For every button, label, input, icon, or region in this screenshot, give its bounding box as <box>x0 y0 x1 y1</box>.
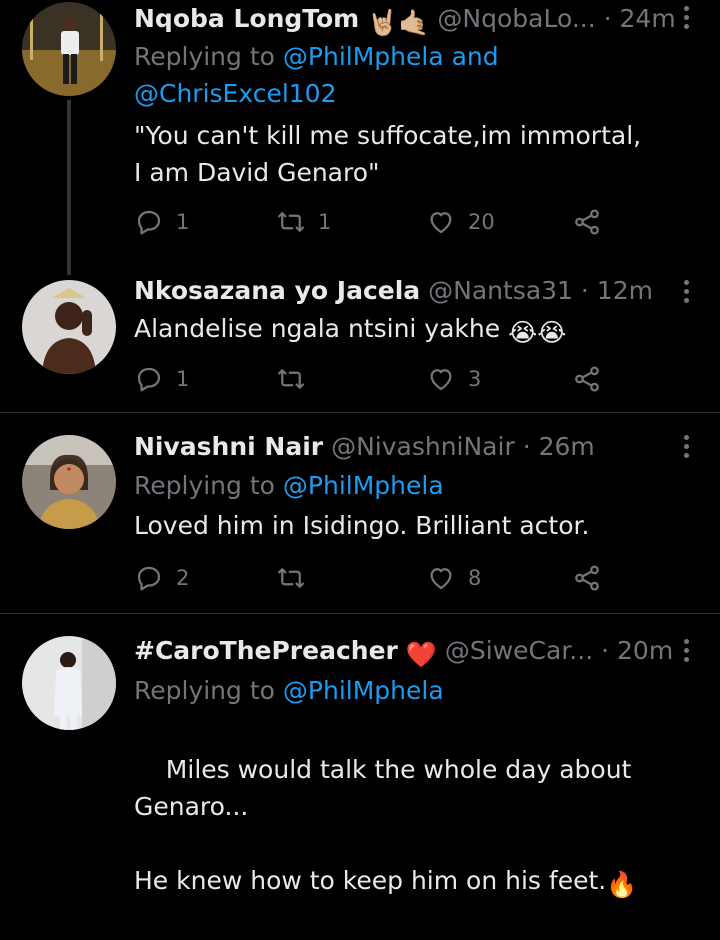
like-button[interactable]: 3 <box>426 362 481 396</box>
tweet-text: Miles would talk the whole day about Gen… <box>134 714 694 940</box>
reply-button[interactable]: 2 <box>134 561 189 595</box>
replying-to: Replying to @PhilMphela <box>134 467 444 504</box>
tweet-2[interactable]: Nkosazana yo Jacela @Nantsa31 · 12m Alan… <box>0 270 720 412</box>
tweet-text: "You can't kill me suffocate,im immortal… <box>134 121 642 187</box>
tweet-header: #CaroThePreacher ❤️ @SiweCar... · 20m <box>134 634 673 672</box>
name-emoji-rock-hand: 🤘🏼 <box>367 8 399 37</box>
reply-icon <box>137 367 161 392</box>
tweet-text: Loved him in Isidingo. Brilliant actor. <box>134 511 590 540</box>
retweet-icon <box>278 212 304 232</box>
avatar[interactable] <box>22 636 116 730</box>
reply-icon <box>137 566 161 591</box>
reply-count: 1 <box>176 367 190 391</box>
separator-dot: · <box>580 276 589 305</box>
avatar[interactable] <box>22 435 116 529</box>
thread-line <box>67 100 71 275</box>
retweet-button[interactable]: 1 <box>276 205 331 239</box>
timestamp[interactable]: 26m <box>539 432 595 461</box>
tweet-4[interactable]: #CaroThePreacher ❤️ @SiweCar... · 20m Re… <box>0 614 720 899</box>
reply-button[interactable]: 1 <box>134 205 189 239</box>
retweet-count: 1 <box>318 210 332 234</box>
share-icon <box>575 209 599 235</box>
tweet-3[interactable]: Nivashni Nair @NivashniNair · 26m Replyi… <box>0 413 720 613</box>
share-button[interactable] <box>572 362 602 396</box>
more-icon[interactable] <box>682 435 690 465</box>
retweet-button[interactable] <box>276 362 306 396</box>
tweet-header: Nivashni Nair @NivashniNair · 26m <box>134 430 660 464</box>
replying-prefix: Replying to <box>134 42 275 71</box>
retweet-icon <box>278 568 304 588</box>
reply-icon <box>137 210 161 235</box>
display-name[interactable]: Nqoba LongTom <box>134 4 359 33</box>
timestamp[interactable]: 12m <box>597 276 653 305</box>
more-icon[interactable] <box>682 6 690 36</box>
user-handle[interactable]: @NivashniNair <box>331 432 515 461</box>
retweet-button[interactable] <box>276 561 306 595</box>
share-icon <box>575 565 599 591</box>
more-icon[interactable] <box>682 639 690 669</box>
separator-dot: · <box>603 4 612 33</box>
avatar[interactable] <box>22 280 116 374</box>
like-button[interactable]: 8 <box>426 561 481 595</box>
user-handle[interactable]: @SiweCar... <box>445 636 593 665</box>
like-count: 3 <box>468 367 482 391</box>
share-button[interactable] <box>572 561 602 595</box>
replying-to: Replying to @PhilMphela and <box>134 38 499 75</box>
mention-link[interactable]: @ChrisExcel102 <box>134 79 337 108</box>
like-icon <box>430 369 452 391</box>
mention-link[interactable]: @PhilMphela <box>283 471 444 500</box>
tweet-actions: 1 3 <box>134 362 614 396</box>
mention-link[interactable]: @PhilMphela <box>283 676 444 705</box>
replying-to: Replying to @PhilMphela <box>134 672 444 709</box>
fire-emoji: 🔥 <box>606 870 638 899</box>
timestamp[interactable]: 20m <box>617 636 673 665</box>
display-name[interactable]: Nivashni Nair <box>134 432 323 461</box>
like-count: 8 <box>468 566 482 590</box>
name-emoji-heart: ❤️ <box>405 640 437 669</box>
tweet-header: Nkosazana yo Jacela @Nantsa31 · 12m <box>134 274 660 308</box>
separator-dot: · <box>601 636 610 665</box>
reply-count: 1 <box>176 210 190 234</box>
replying-and[interactable]: and <box>452 42 499 71</box>
share-button[interactable] <box>572 205 602 239</box>
retweet-icon <box>278 369 304 389</box>
display-name[interactable]: Nkosazana yo Jacela <box>134 276 420 305</box>
tweet-1[interactable]: Nqoba LongTom 🤘🏼🤙🏼 @NqobaLo... · 24m Rep… <box>0 0 720 275</box>
replying-prefix: Replying to <box>134 471 275 500</box>
user-handle[interactable]: @Nantsa31 <box>428 276 573 305</box>
tweet-text-body: Alandelise ngala ntsini yakhe <box>134 314 501 343</box>
separator-dot: · <box>522 432 531 461</box>
tweet-header: Nqoba LongTom 🤘🏼🤙🏼 @NqobaLo... · 24m <box>134 2 676 40</box>
share-icon <box>575 366 599 392</box>
like-icon <box>430 568 452 590</box>
name-emoji-call-me-hand: 🤙🏼 <box>398 8 430 37</box>
tweet-text: Alandelise ngala ntsini yakhe 😭😭 <box>134 310 694 351</box>
reply-button[interactable]: 1 <box>134 362 189 396</box>
crying-emoji: 😭😭 <box>508 318 567 347</box>
mention-link[interactable]: @PhilMphela <box>283 42 444 71</box>
reply-count: 2 <box>176 566 190 590</box>
replying-to-continued: @ChrisExcel102 <box>134 75 337 112</box>
tweet-actions: 2 8 <box>134 561 614 595</box>
timestamp[interactable]: 24m <box>620 4 676 33</box>
display-name[interactable]: #CaroThePreacher <box>134 636 398 665</box>
user-handle[interactable]: @NqobaLo... <box>437 4 595 33</box>
more-icon[interactable] <box>682 280 690 310</box>
like-button[interactable]: 20 <box>426 205 495 239</box>
tweet-actions: 1 1 20 <box>134 205 614 239</box>
like-icon <box>430 212 452 234</box>
avatar[interactable] <box>22 2 116 96</box>
like-count: 20 <box>468 210 495 234</box>
replying-prefix: Replying to <box>134 676 275 705</box>
tweet-text-body: Miles would talk the whole day about Gen… <box>134 755 632 895</box>
